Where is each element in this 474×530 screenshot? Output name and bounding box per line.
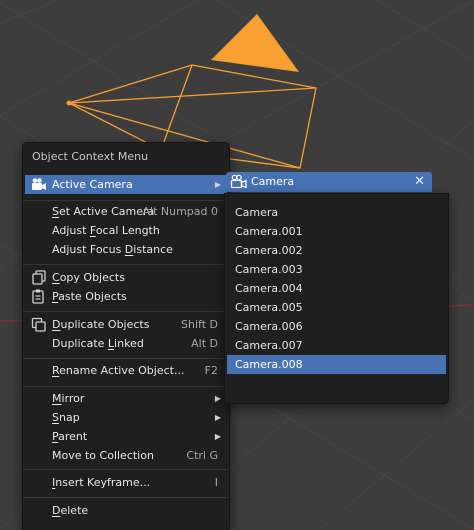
label-rest: nsert Keyframe...	[55, 476, 151, 489]
label-after: istance	[133, 243, 173, 256]
shortcut: Alt D	[191, 337, 218, 350]
shortcut: Ctrl G	[186, 449, 218, 462]
close-icon[interactable]: ✕	[414, 172, 425, 192]
separator	[23, 358, 229, 359]
submenu-arrow-icon: ▶	[214, 413, 221, 422]
menu-item-adjust-focal-length[interactable]: Adjust Focal Length	[25, 221, 227, 240]
menu-item-rename-active-object[interactable]: Rename Active Object... F2	[25, 361, 227, 380]
menu-item-label: Insert Keyframe...	[52, 473, 150, 492]
camera-icon	[230, 174, 247, 189]
shortcut: I	[214, 476, 218, 489]
camera-list-item[interactable]: Camera.006	[227, 317, 446, 336]
camera-list-item[interactable]: Camera.004	[227, 279, 446, 298]
camera-list-item[interactable]: Camera.003	[227, 260, 446, 279]
menu-item-label: Snap	[52, 408, 80, 427]
menu-item-insert-keyframe[interactable]: Insert Keyframe... I	[25, 473, 227, 492]
label-rest: nap	[58, 411, 80, 424]
paste-icon	[32, 289, 44, 304]
menu-item-mirror[interactable]: Mirror ▶	[25, 389, 227, 408]
mnemonic: S	[52, 205, 59, 218]
mnemonic: D	[124, 243, 134, 256]
mnemonic: S	[52, 411, 59, 424]
submenu-arrow-icon: ▶	[214, 180, 221, 189]
separator	[23, 311, 229, 312]
mnemonic: M	[52, 392, 62, 405]
label-rest: elete	[60, 504, 89, 517]
menu-item-label: Move to Collection	[52, 449, 154, 462]
menu-item-label: Parent	[52, 427, 87, 446]
menu-item-active-camera[interactable]: Active Camera ▶	[25, 175, 227, 194]
separator	[23, 497, 229, 498]
camera-list-item[interactable]: Camera.001	[227, 222, 446, 241]
menu-item-duplicate-linked[interactable]: Duplicate Linked Alt D	[25, 334, 227, 353]
menu-item-copy-objects[interactable]: Copy Objects	[25, 268, 227, 287]
menu-item-parent[interactable]: Parent ▶	[25, 427, 227, 446]
camera-search-header[interactable]: Camera ✕	[226, 172, 432, 192]
menu-item-move-to-collection[interactable]: Move to Collection Ctrl G	[25, 446, 227, 465]
camera-icon	[32, 178, 46, 190]
camera-list-item[interactable]: Camera.002	[227, 241, 446, 260]
menu-item-label: Copy Objects	[52, 268, 125, 287]
label-rest: opy Objects	[59, 271, 125, 284]
menu-item-label: Active Camera	[52, 178, 133, 191]
menu-item-label: Adjust Focus Distance	[52, 240, 173, 259]
menu-item-label: Duplicate Linked	[52, 334, 144, 353]
camera-list-item[interactable]: Camera	[227, 203, 446, 222]
label-before: Adjust Focus	[52, 243, 125, 256]
duplicate-icon	[31, 317, 46, 332]
camera-submenu: Camera Camera.001 Camera.002 Camera.003 …	[224, 193, 449, 404]
menu-item-label: Set Active Camera	[52, 202, 154, 221]
camera-list-item[interactable]: Camera.005	[227, 298, 446, 317]
camera-search-label: Camera	[251, 175, 295, 188]
label-after: ocal Length	[95, 224, 160, 237]
menu-item-set-active-camera[interactable]: Set Active Camera Alt Numpad 0	[25, 202, 227, 221]
label-rest: arent	[58, 430, 88, 443]
separator	[23, 200, 229, 201]
mnemonic: C	[52, 271, 60, 284]
separator	[23, 264, 229, 265]
submenu-arrow-icon: ▶	[214, 394, 221, 403]
menu-item-label: Paste Objects	[52, 287, 127, 306]
label-rest: uplicate Objects	[60, 318, 150, 331]
menu-item-paste-objects[interactable]: Paste Objects	[25, 287, 227, 306]
menu-title: Object Context Menu	[32, 150, 149, 163]
object-context-menu: Object Context Menu Active Camera ▶ Set …	[22, 142, 230, 530]
label-rest: et Active Camera	[58, 205, 155, 218]
menu-item-label: Duplicate Objects	[52, 315, 149, 334]
label-before: Duplicate	[52, 337, 108, 350]
menu-item-label: Delete	[52, 501, 88, 520]
label-rest: irror	[61, 392, 85, 405]
separator	[23, 386, 229, 387]
menu-item-label: Rename Active Object...	[52, 361, 184, 380]
label-after: inked	[114, 337, 144, 350]
camera-list-item[interactable]: Camera.007	[227, 336, 446, 355]
label-rest: ename Active Object...	[59, 364, 185, 377]
camera-origin-dot	[66, 100, 72, 106]
copy-icon	[32, 270, 46, 285]
label-rest: aste Objects	[58, 290, 127, 303]
label-before: Adjust	[52, 224, 90, 237]
camera-list-item-selected[interactable]: Camera.008	[227, 355, 446, 374]
menu-item-label: Mirror	[52, 389, 84, 408]
shortcut: Shift D	[181, 318, 218, 331]
shortcut: F2	[204, 364, 218, 377]
shortcut: Alt Numpad 0	[142, 205, 218, 218]
submenu-arrow-icon: ▶	[214, 432, 221, 441]
menu-item-snap[interactable]: Snap ▶	[25, 408, 227, 427]
menu-item-adjust-focus-distance[interactable]: Adjust Focus Distance	[25, 240, 227, 259]
menu-item-delete[interactable]: Delete	[25, 501, 227, 520]
menu-item-duplicate-objects[interactable]: Duplicate Objects Shift D	[25, 315, 227, 334]
menu-item-label: Adjust Focal Length	[52, 221, 160, 240]
separator	[23, 469, 229, 470]
